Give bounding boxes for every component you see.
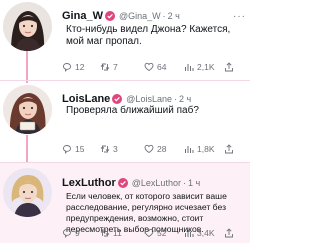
reply-count: 9 [75,228,80,238]
avatar[interactable] [3,85,52,134]
reply-button[interactable]: 12 [62,62,100,72]
share-button[interactable] [224,62,242,72]
retweet-button[interactable]: 3 [100,144,144,154]
views-icon [185,230,194,237]
reply-icon [63,63,71,72]
heart-icon [144,228,154,238]
timestamp[interactable]: 2 ч [168,11,180,21]
like-count: 64 [157,62,167,72]
like-count: 28 [157,144,167,154]
verified-badge-icon [117,178,128,188]
more-icon[interactable]: ··· [233,11,246,22]
handle[interactable]: @LoisLane [126,94,172,104]
retweet-icon [100,229,110,237]
share-button[interactable] [224,228,242,238]
reply-count: 15 [75,144,85,154]
reply-button[interactable]: 15 [62,144,100,154]
retweet-count: 7 [113,62,118,72]
tweet-actions: 15 3 28 1,8K [62,143,246,155]
views-count: 2,1K [197,62,215,72]
tweet-actions: 12 7 64 2,1K [62,61,246,73]
retweet-button[interactable]: 7 [100,62,144,72]
retweet-button[interactable]: 11 [100,228,144,238]
avatar[interactable] [3,168,52,217]
share-icon [225,144,233,154]
reply-icon [63,229,71,238]
separator-dot: · [173,94,177,104]
views-button[interactable]: 1,8K [184,144,224,154]
retweet-icon [100,145,110,153]
handle[interactable]: @Gina_W [119,11,161,21]
retweet-count: 3 [113,144,118,154]
reply-count: 12 [75,62,85,72]
timestamp[interactable]: 2 ч [179,94,191,104]
avatar[interactable] [3,2,52,51]
verified-badge-icon [112,94,123,104]
like-button[interactable]: 64 [144,62,184,72]
share-icon [225,228,233,238]
tweet[interactable]: LoisLane @LoisLane · 2 ч Проверяла ближа… [0,81,250,161]
reply-button[interactable]: 9 [62,228,100,238]
tweet-actions: 9 11 52 3,4K [62,227,246,239]
tweet[interactable]: LexLuthor @LexLuthor · 1 ч Если человек,… [0,163,250,243]
tweet-text: Проверяла ближайший паб? [66,105,199,116]
views-button[interactable]: 3,4K [184,228,224,238]
views-icon [185,146,194,153]
share-icon [225,62,233,72]
tweet[interactable]: Gina_W @Gina_W · 2 ч ··· Кто-нибудь виде… [0,0,250,80]
views-count: 1,8K [197,144,215,154]
display-name[interactable]: LoisLane [62,93,110,105]
tweet-text: Кто-нибудь видел Джона? Кажется, мой маг… [66,24,231,47]
retweet-icon [100,63,110,71]
like-button[interactable]: 28 [144,144,184,154]
display-name[interactable]: Gina_W [62,10,103,22]
views-button[interactable]: 2,1K [184,62,224,72]
separator-dot: · [182,178,186,188]
share-button[interactable] [224,144,242,154]
tweet-header: LexLuthor @LexLuthor · 1 ч [62,176,246,190]
reply-icon [63,145,71,154]
retweet-count: 11 [113,228,122,238]
views-count: 3,4K [197,228,215,238]
views-icon [185,64,194,71]
timestamp[interactable]: 1 ч [188,178,200,188]
like-count: 52 [157,228,167,238]
handle[interactable]: @LexLuthor [132,178,181,188]
heart-icon [144,144,154,154]
tweet-header: LoisLane @LoisLane · 2 ч [62,92,246,106]
like-button[interactable]: 52 [144,228,184,238]
tweet-header: Gina_W @Gina_W · 2 ч ··· [62,9,246,23]
separator-dot: · [162,11,166,21]
display-name[interactable]: LexLuthor [62,177,116,189]
verified-badge-icon [104,11,115,21]
heart-icon [144,62,154,72]
